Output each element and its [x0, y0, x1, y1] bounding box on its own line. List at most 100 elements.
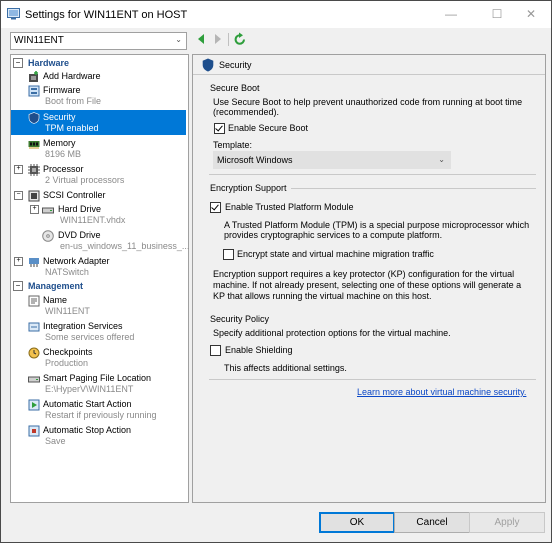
template-dropdown[interactable]: Microsoft Windows ⌄ [213, 151, 451, 169]
processor-icon [28, 164, 40, 176]
tree-item-checkpoints[interactable]: Checkpoints Production [11, 345, 186, 370]
title-bar: Settings for WIN11ENT on HOST — ☐ ✕ [1, 1, 551, 28]
name-icon [28, 295, 40, 307]
collapse-icon[interactable]: − [13, 58, 23, 68]
hardware-header-label: Hardware [28, 58, 70, 68]
vm-selector-dropdown[interactable]: WIN11ENT ⌄ [10, 32, 187, 50]
automatic-start-icon [28, 399, 40, 411]
tree-item-label: Name [43, 295, 68, 305]
checkpoints-icon [28, 347, 40, 359]
ok-button[interactable]: OK [319, 512, 395, 533]
tree-item-hard-drive[interactable]: + Hard Drive WIN11ENT.vhdx [11, 202, 186, 227]
panel-header: Security [193, 55, 545, 75]
encryption-note-3: KP that allows running the virtual machi… [213, 291, 432, 301]
chevron-down-icon: ⌄ [175, 35, 182, 44]
tree-item-processor[interactable]: + Processor 2 Virtual processors [11, 162, 186, 187]
template-label: Template: [213, 140, 253, 150]
tree-item-sublabel: Save [45, 436, 66, 446]
tree-item-label: Checkpoints [43, 347, 93, 357]
tree-item-smart-paging[interactable]: Smart Paging File Location E:\HyperV\WIN… [11, 371, 186, 396]
template-value: Microsoft Windows [217, 155, 293, 165]
expand-icon[interactable]: + [14, 165, 23, 174]
tree-item-memory[interactable]: Memory 8196 MB [11, 136, 186, 161]
encryption-note-2: machine. If not already present, selecti… [213, 280, 522, 290]
tree-item-label: Integration Services [43, 321, 123, 331]
encryption-support-heading: Encryption Support [210, 183, 287, 193]
tree-item-label: SCSI Controller [43, 190, 106, 200]
tree-item-automatic-start-action[interactable]: Automatic Start Action Restart if previo… [11, 397, 186, 422]
firmware-icon [28, 85, 40, 97]
tree-item-scsi-controller[interactable]: − SCSI Controller [11, 188, 186, 202]
minimize-button[interactable]: — [431, 1, 471, 28]
tree-item-sublabel: Boot from File [45, 96, 102, 106]
hardware-section-header[interactable]: − Hardware [13, 58, 69, 68]
collapse-icon[interactable]: − [14, 191, 23, 200]
dvd-drive-icon [42, 230, 54, 242]
tree-item-security[interactable]: Security TPM enabled [11, 110, 186, 135]
tree-item-dvd-drive[interactable]: DVD Drive en-us_windows_11_business_... [11, 228, 190, 253]
window-title: Settings for WIN11ENT on HOST [25, 9, 188, 21]
tree-item-label: Network Adapter [43, 256, 110, 266]
tree-item-label: Memory [43, 138, 76, 148]
tree-item-label: Processor [43, 164, 84, 174]
tree-item-sublabel: TPM enabled [45, 123, 99, 133]
tree-item-sublabel: Production [45, 358, 89, 368]
enable-secure-boot-checkbox[interactable] [214, 123, 225, 134]
add-hardware-icon [29, 71, 38, 82]
divider [209, 379, 536, 380]
smart-paging-icon [28, 376, 40, 383]
tree-item-sublabel: en-us_windows_11_business_... [60, 241, 190, 251]
encrypt-migration-traffic-label[interactable]: Encrypt state and virtual machine migrat… [237, 249, 434, 260]
management-header-label: Management [28, 281, 84, 291]
tree-item-integration-services[interactable]: Integration Services Some services offer… [11, 319, 186, 344]
learn-more-link[interactable]: Learn more about virtual machine securit… [357, 387, 526, 397]
tree-item-sublabel: E:\HyperV\WIN11ENT [45, 384, 134, 394]
shielding-note: This affects additional settings. [224, 363, 347, 373]
enable-shielding-label[interactable]: Enable Shielding [225, 345, 293, 356]
tree-item-firmware[interactable]: Firmware Boot from File [11, 83, 186, 108]
tree-item-label: DVD Drive [58, 230, 101, 240]
encrypt-migration-traffic-checkbox[interactable] [223, 249, 234, 260]
security-policy-heading: Security Policy [210, 314, 270, 324]
back-arrow-icon[interactable] [196, 33, 206, 45]
hyperv-settings-icon [7, 8, 20, 20]
collapse-icon[interactable]: − [13, 281, 23, 291]
tree-item-name[interactable]: Name WIN11ENT [11, 293, 186, 318]
tree-item-automatic-stop-action[interactable]: Automatic Stop Action Save [11, 423, 186, 448]
enable-secure-boot-label[interactable]: Enable Secure Boot [228, 123, 308, 134]
tree-item-network-adapter[interactable]: + Network Adapter NATSwitch [11, 254, 186, 279]
tree-item-sublabel: Some services offered [45, 332, 135, 342]
automatic-stop-icon [28, 425, 40, 437]
tree-item-label: Smart Paging File Location [43, 373, 152, 383]
tree-item-label: Automatic Stop Action [43, 425, 132, 435]
apply-button[interactable]: Apply [469, 512, 545, 533]
tree-item-sublabel: Restart if previously running [45, 410, 157, 420]
enable-shielding-checkbox[interactable] [210, 345, 221, 356]
chevron-down-icon: ⌄ [438, 155, 445, 164]
expand-icon[interactable]: + [14, 257, 23, 266]
divider [291, 188, 536, 189]
security-settings-panel: Security Secure Boot Use Secure Boot to … [192, 54, 546, 503]
shield-icon [202, 58, 214, 72]
refresh-icon[interactable] [234, 32, 246, 46]
management-section-header[interactable]: − Management [13, 281, 83, 291]
tree-item-label: Add Hardware [43, 71, 101, 81]
encryption-note: Encryption support requires a key protec… [213, 269, 515, 279]
hard-drive-icon [42, 207, 54, 214]
tree-item-sublabel: NATSwitch [45, 267, 89, 277]
enable-tpm-checkbox[interactable] [210, 202, 221, 213]
tree-item-sublabel: WIN11ENT [45, 306, 90, 316]
forward-arrow-icon[interactable] [213, 33, 223, 45]
scsi-controller-icon [28, 190, 40, 202]
toolbar-separator [228, 33, 229, 46]
cancel-button[interactable]: Cancel [394, 512, 470, 533]
tree-item-label: Security [43, 112, 76, 122]
enable-tpm-label[interactable]: Enable Trusted Platform Module [225, 202, 354, 213]
close-button[interactable]: ✕ [511, 1, 551, 28]
settings-tree: − Hardware Add Hardware Firmware Boot fro… [10, 54, 189, 503]
tree-item-sublabel: 2 Virtual processors [45, 175, 125, 185]
expand-icon[interactable]: + [30, 205, 39, 214]
tpm-description-2: provides cryptographic services to a com… [224, 230, 443, 240]
tree-item-add-hardware[interactable]: Add Hardware [11, 69, 186, 83]
secure-boot-heading: Secure Boot [210, 83, 260, 93]
